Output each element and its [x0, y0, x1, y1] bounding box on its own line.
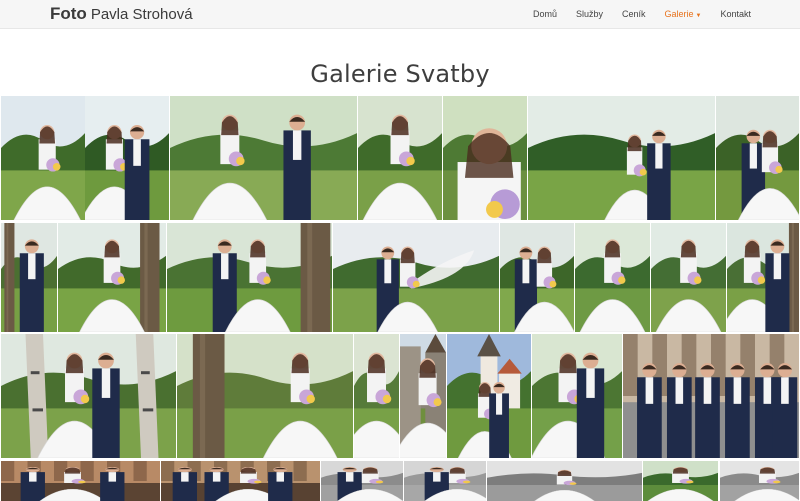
brand-name: Pavla Strohová [90, 6, 193, 23]
nav-contact[interactable]: Kontakt [720, 9, 751, 19]
navbar: Foto Pavla Strohová Domů Služby Ceník Gal… [0, 0, 800, 29]
gallery-photo[interactable] [170, 96, 357, 220]
gallery-photo[interactable] [1, 96, 85, 220]
gallery-photo[interactable] [58, 223, 166, 332]
gallery-photo[interactable] [716, 96, 799, 220]
main-nav: Domů Služby Ceník Galerie ▼ Kontakt [514, 0, 800, 28]
nav-pricing[interactable]: Ceník [622, 9, 646, 19]
gallery-photo[interactable] [161, 461, 320, 501]
gallery-photo[interactable] [500, 223, 574, 332]
nav-gallery-label: Galerie [664, 9, 694, 19]
gallery-photo[interactable] [623, 334, 799, 458]
gallery-photo[interactable] [575, 223, 650, 332]
gallery-photo[interactable] [1, 461, 160, 501]
gallery-photo[interactable] [321, 461, 403, 501]
gallery-photo[interactable] [358, 96, 442, 220]
gallery-photo[interactable] [1, 223, 57, 332]
site-logo[interactable]: Foto Pavla Strohová [50, 4, 193, 24]
nav-gallery-dropdown[interactable]: Galerie ▼ [665, 9, 702, 19]
gallery-photo[interactable] [651, 223, 726, 332]
gallery-photo[interactable] [400, 334, 446, 458]
gallery-photo[interactable] [177, 334, 353, 458]
nav-home[interactable]: Domů [533, 9, 557, 19]
nav-services[interactable]: Služby [576, 9, 603, 19]
gallery-photo[interactable] [532, 334, 622, 458]
gallery-photo[interactable] [447, 334, 531, 458]
gallery-photo[interactable] [333, 223, 499, 332]
gallery-photo[interactable] [85, 96, 169, 220]
gallery-photo[interactable] [720, 461, 799, 501]
gallery-photo[interactable] [487, 461, 642, 501]
gallery-photo[interactable] [404, 461, 486, 501]
gallery-photo[interactable] [167, 223, 332, 332]
gallery-photo[interactable] [354, 334, 399, 458]
brand-bold: Foto [50, 4, 87, 23]
gallery-photo[interactable] [643, 461, 718, 501]
gallery-photo[interactable] [727, 223, 799, 332]
gallery-photo[interactable] [528, 96, 715, 220]
caret-down-icon: ▼ [695, 13, 702, 19]
gallery-photo[interactable] [1, 334, 176, 458]
gallery-photo[interactable] [443, 96, 527, 220]
page-title: Galerie Svatby [310, 60, 490, 89]
